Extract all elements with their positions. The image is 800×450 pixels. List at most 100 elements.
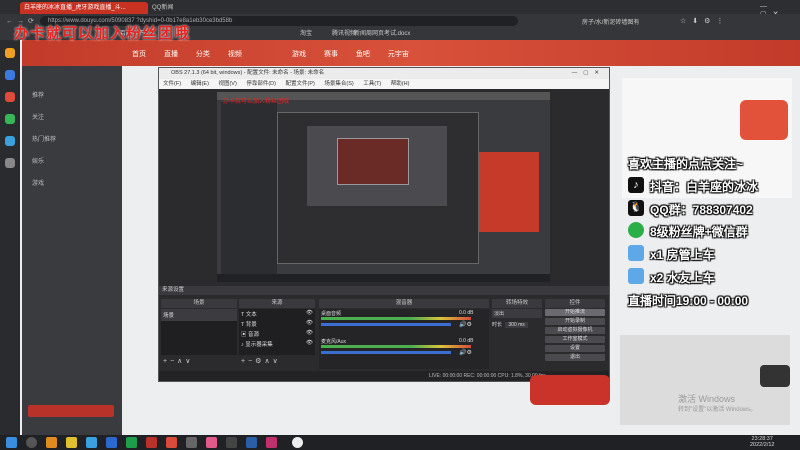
obs-dock-header: 来源设置: [159, 286, 609, 295]
nav-item[interactable]: 元宇宙: [388, 51, 409, 58]
tab-active[interactable]: 白羊座的冰冰直播_虎牙游戏直播_斗...: [20, 2, 148, 14]
sidebar-app-icon[interactable]: [5, 70, 15, 80]
toolbar-icons[interactable]: ☆⬇⚙⋮: [680, 17, 729, 25]
menu-item[interactable]: 热门推荐: [32, 134, 56, 143]
app-icon[interactable]: [246, 437, 257, 448]
windows-taskbar: 23:28:37 2022/2/12: [0, 435, 800, 450]
start-recording-button[interactable]: 开始录制: [545, 318, 605, 325]
site-nav-2[interactable]: 游戏 赛事 鱼吧 元宇宙: [292, 49, 409, 59]
bookmark-item[interactable]: 新闻周: [354, 29, 372, 39]
app-icon[interactable]: [106, 437, 117, 448]
volume-slider[interactable]: [321, 323, 451, 326]
obs-menu-bar: 文件(F) 编辑(E) 视图(V) 停靠部件(D) 配置文件(P) 场景集合(S…: [159, 79, 609, 89]
virtual-camera-button[interactable]: 启动虚拟摄像机: [545, 327, 605, 334]
site-left-menu: 推荐 关注 热门推荐 娱乐 游戏: [22, 40, 122, 435]
duration-input[interactable]: 300 ms: [505, 322, 528, 328]
menu-item[interactable]: 关注: [32, 112, 44, 121]
source-item[interactable]: ♪ 显示器采集 👁: [239, 339, 315, 349]
speaker-icon[interactable]: 🔊⚙: [459, 349, 472, 356]
nav-item[interactable]: 分类: [196, 51, 210, 58]
obs-menu-item[interactable]: 场景集合(S): [324, 81, 353, 87]
preview-taskbar: [217, 274, 550, 282]
bookmark-item[interactable]: 淘宝: [300, 29, 312, 39]
scenes-list: 场景: [161, 309, 237, 355]
obs-preview-canvas[interactable]: 办卡就可以加入粉丝团哦: [217, 92, 550, 282]
obs-menu-item[interactable]: 工具(T): [363, 81, 381, 87]
site-nav[interactable]: 首页 直播 分类 视频: [132, 49, 242, 59]
preview-inner-frame: [337, 138, 409, 185]
sidebar-app-icon[interactable]: [5, 136, 15, 146]
app-icon[interactable]: [46, 437, 57, 448]
gift-badge[interactable]: [740, 100, 788, 140]
obs-menu-item[interactable]: 配置文件(P): [285, 81, 314, 87]
sidebar-app-icon[interactable]: [5, 48, 15, 58]
tiktok-icon: ♪: [628, 177, 644, 193]
image-source-icon: ▣: [241, 332, 249, 338]
app-icon[interactable]: [86, 437, 97, 448]
bookmark-item[interactable]: 腾讯视频: [332, 29, 356, 39]
taskbar-clock[interactable]: 23:28:37 2022/2/12: [750, 436, 774, 448]
nav-item[interactable]: 首页: [132, 51, 146, 58]
source-item[interactable]: T 文本 👁: [239, 309, 315, 319]
exit-button[interactable]: 退出: [545, 354, 605, 361]
studio-mode-button[interactable]: 工作室模式: [545, 336, 605, 343]
source-item[interactable]: T 背景 👁: [239, 319, 315, 329]
app-icon[interactable]: [26, 437, 37, 448]
site-header: 首页 直播 分类 视频 游戏 赛事 鱼吧 元宇宙: [22, 40, 800, 66]
bookmark-item[interactable]: 网页考试.docx: [372, 29, 410, 39]
sidebar-app-icon[interactable]: [5, 92, 15, 102]
scene-item[interactable]: 场景: [161, 309, 237, 321]
app-icon[interactable]: [66, 437, 77, 448]
obs-window-controls[interactable]: —▢✕: [572, 68, 605, 79]
mixer-track-level: 0.0 dB: [459, 310, 474, 316]
sources-list: T 文本 👁 T 背景 👁 ▣ 音源 👁 ♪ 显示器采集 👁: [239, 309, 315, 355]
app-icon[interactable]: [186, 437, 197, 448]
sidebar-app-icon[interactable]: [5, 158, 15, 168]
obs-window: OBS 27.1.3 (64 bit, windows) - 配置文件: 未命名…: [158, 67, 610, 382]
nav-item[interactable]: 直播: [164, 51, 178, 58]
sources-panel-header: 来源: [239, 299, 315, 308]
activate-windows-subtitle: 转到"设置"以激活 Windows。: [678, 407, 757, 413]
scenes-panel-header: 场景: [161, 299, 237, 308]
obs-menu-item[interactable]: 编辑(E): [191, 81, 209, 87]
sidebar-app-icon[interactable]: [5, 114, 15, 124]
start-icon[interactable]: [6, 437, 17, 448]
app-icon[interactable]: [266, 437, 277, 448]
speaker-icon[interactable]: 🔊⚙: [459, 321, 472, 328]
menu-item[interactable]: 娱乐: [32, 156, 44, 165]
browser-profile-text[interactable]: 房子/水/新泥砖墙图有: [582, 17, 639, 26]
nav-item[interactable]: 游戏: [292, 51, 306, 58]
nav-item[interactable]: 赛事: [324, 51, 338, 58]
menu-item[interactable]: 游戏: [32, 178, 44, 187]
mixer-panel-header: 混音器: [319, 299, 489, 308]
promo-badge[interactable]: [530, 375, 610, 405]
nav-item[interactable]: 鱼吧: [356, 51, 370, 58]
volume-meter: [321, 345, 471, 348]
window-controls[interactable]: —▢✕: [760, 3, 796, 18]
menu-bottom-button[interactable]: [28, 405, 114, 417]
app-icon[interactable]: [146, 437, 157, 448]
source-toolbar[interactable]: +−⚙∧∨: [241, 357, 281, 365]
scene-toolbar[interactable]: +−∧∨: [163, 357, 193, 365]
obs-menu-item[interactable]: 文件(F): [159, 81, 181, 87]
tab-2[interactable]: QQ新闻: [148, 2, 216, 14]
menu-item[interactable]: 推荐: [32, 90, 44, 99]
duration-label: 时长: [492, 322, 503, 328]
start-streaming-button[interactable]: 开始推流: [545, 309, 605, 316]
obs-taskbar-icon[interactable]: [292, 437, 303, 448]
settings-button[interactable]: 设置: [545, 345, 605, 352]
qq-line: QQ群：788307402: [650, 203, 753, 217]
app-icon[interactable]: [126, 437, 137, 448]
obs-menu-item[interactable]: 视图(V): [218, 81, 236, 87]
nav-item[interactable]: 视频: [228, 51, 242, 58]
browser-sidebar: [0, 40, 20, 435]
volume-slider[interactable]: [321, 351, 451, 354]
obs-menu-item[interactable]: 帮助(H): [391, 81, 410, 87]
transition-select[interactable]: 淡出: [492, 309, 542, 318]
audio-mixer: 桌面音频 0.0 dB 🔊⚙ 麦克风/Aux 0.0 dB 🔊⚙: [319, 309, 489, 369]
app-icon[interactable]: [226, 437, 237, 448]
app-icon[interactable]: [166, 437, 177, 448]
app-icon[interactable]: [206, 437, 217, 448]
obs-menu-item[interactable]: 停靠部件(D): [246, 81, 276, 87]
source-item[interactable]: ▣ 音源 👁: [239, 329, 315, 339]
